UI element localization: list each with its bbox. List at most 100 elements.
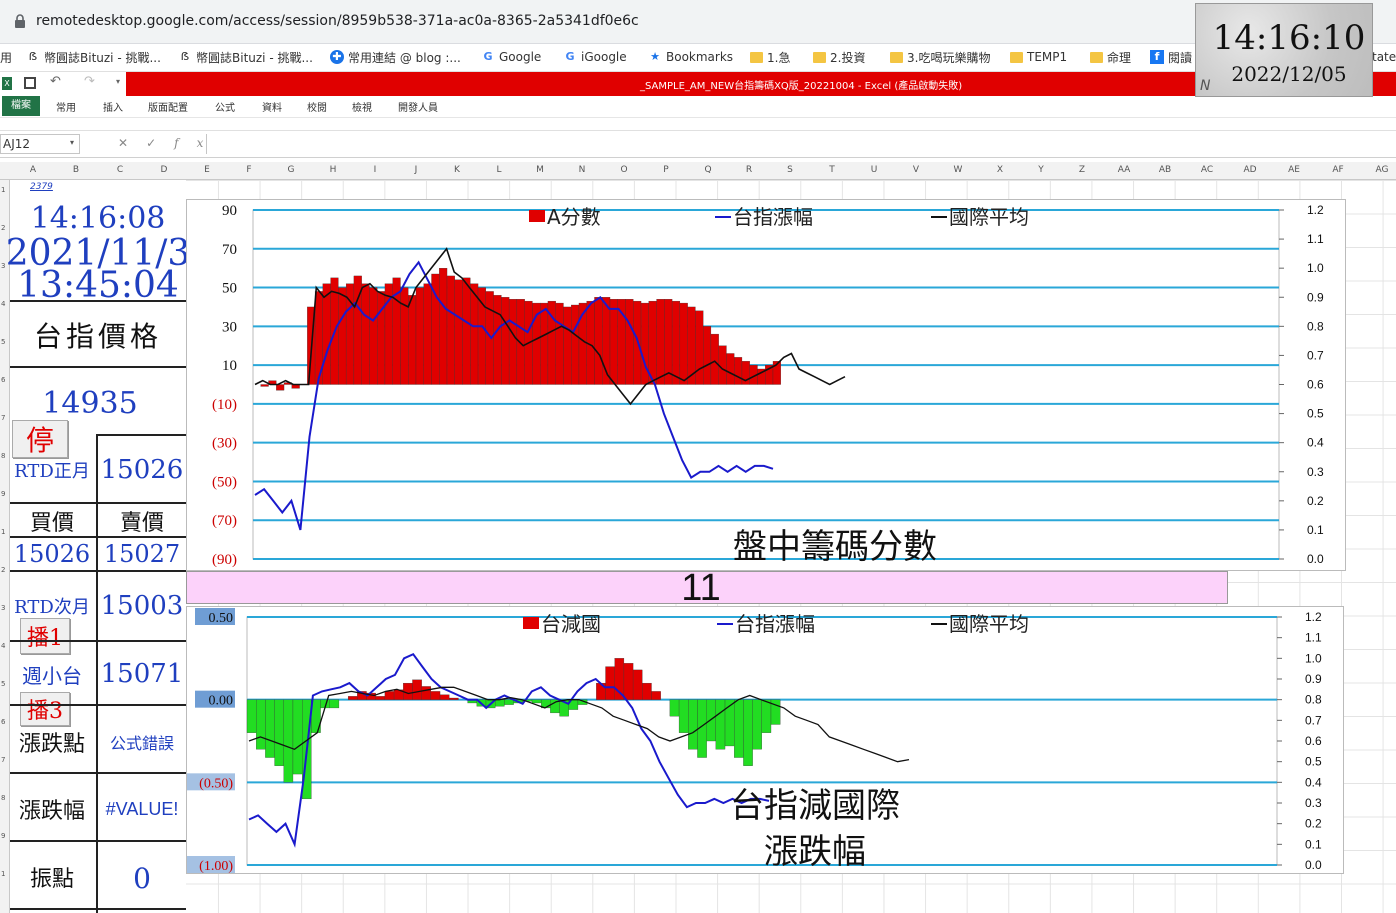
row-header[interactable]: 3	[1, 604, 5, 612]
tab-file[interactable]: 檔案	[2, 96, 40, 116]
save-icon[interactable]	[24, 77, 36, 89]
column-header[interactable]: M	[525, 165, 555, 175]
tab-data[interactable]: 資料	[262, 99, 282, 114]
column-header[interactable]: AC	[1192, 165, 1222, 175]
column-header[interactable]: AF	[1323, 165, 1353, 175]
row-header[interactable]: 6	[1, 376, 5, 384]
data-bar	[664, 299, 673, 385]
column-header[interactable]: V	[901, 165, 931, 175]
bookmark-item[interactable]: G Google	[481, 48, 541, 66]
row-header[interactable]: 9	[1, 832, 5, 840]
bookmark-item[interactable]: f 閱讀	[1150, 48, 1192, 66]
column-header[interactable]: I	[360, 165, 390, 175]
chip-score-chart[interactable]: 90 70 50 30 10 (10) (30) (50) (70) (90) 1.2 1.1 1.0 0…	[186, 199, 1346, 571]
row-header[interactable]: 7	[1, 756, 5, 764]
column-header[interactable]: J	[401, 165, 431, 175]
row-header[interactable]: 8	[1, 452, 5, 460]
row-header[interactable]: 1	[1, 870, 5, 878]
data-bar	[421, 686, 432, 700]
undo-icon[interactable]: ↶	[50, 74, 61, 89]
bookmark-label: Google	[499, 50, 542, 64]
bookmark-item[interactable]: 用	[0, 48, 12, 66]
column-header[interactable]: L	[484, 165, 514, 175]
play1-button[interactable]: 播1	[20, 618, 70, 654]
column-header[interactable]: F	[234, 165, 264, 175]
tab-page-layout[interactable]: 版面配置	[148, 99, 188, 114]
play3-button[interactable]: 播3	[20, 692, 70, 726]
column-header[interactable]: H	[318, 165, 348, 175]
name-box-dropdown-icon[interactable]: ▾	[70, 138, 74, 147]
customize-qat-icon[interactable]: ▾	[116, 77, 120, 86]
column-header[interactable]: T	[817, 165, 847, 175]
tab-formulas[interactable]: 公式	[215, 99, 235, 114]
column-header[interactable]: AA	[1109, 165, 1139, 175]
bookmark-item[interactable]: GiGoogle	[563, 48, 626, 66]
column-header[interactable]: W	[943, 165, 973, 175]
bookmark-item[interactable]: ẞ 幣圓誌Bituzi - 挑戰...	[178, 48, 313, 66]
tab-developer[interactable]: 開發人員	[398, 99, 438, 114]
tab-home[interactable]: 常用	[56, 99, 76, 114]
cancel-icon[interactable]: ✕	[118, 136, 146, 150]
enter-icon[interactable]: ✓	[146, 136, 174, 150]
column-header[interactable]: C	[105, 165, 135, 175]
row-header[interactable]: 5	[1, 338, 5, 346]
column-header[interactable]: K	[442, 165, 472, 175]
column-header[interactable]: Z	[1067, 165, 1097, 175]
tab-view[interactable]: 檢視	[352, 99, 372, 114]
column-header[interactable]: AG	[1367, 165, 1396, 175]
column-header[interactable]: X	[985, 165, 1015, 175]
y-left-tick: 50	[222, 281, 237, 297]
tab-review[interactable]: 校閱	[307, 99, 327, 114]
data-bar	[430, 691, 441, 700]
row-header[interactable]: 5	[1, 680, 5, 688]
row-header[interactable]: 1	[1, 528, 5, 536]
column-header[interactable]: G	[276, 165, 306, 175]
column-header[interactable]: P	[651, 165, 681, 175]
data-bar	[439, 694, 450, 700]
row-header[interactable]: 7	[1, 414, 5, 422]
data-bar	[531, 699, 542, 704]
row-header[interactable]: 1	[1, 186, 5, 194]
row-header[interactable]: 4	[1, 642, 5, 650]
row-header[interactable]: 6	[1, 718, 5, 726]
column-header[interactable]: AB	[1150, 165, 1180, 175]
bookmark-item[interactable]: ✚ 常用連結 @ blog :...	[330, 48, 461, 66]
bookmark-item[interactable]: ★ Bookmarks	[648, 48, 733, 66]
column-header[interactable]: D	[149, 165, 179, 175]
column-header[interactable]: Q	[693, 165, 723, 175]
column-header[interactable]: E	[192, 165, 222, 175]
desktop-clock-time: 14:16:10	[1212, 18, 1366, 58]
bookmark-item[interactable]: ẞ 幣圓誌Bituzi - 挑戰...	[26, 48, 161, 66]
link-cell[interactable]: 2379	[30, 182, 53, 192]
score-banner-value: 11	[681, 567, 721, 609]
bookmark-item[interactable]: 2.投資	[813, 48, 865, 66]
column-header[interactable]: S	[775, 165, 805, 175]
column-header[interactable]: Y	[1026, 165, 1056, 175]
bookmark-item[interactable]: TEMP1	[1010, 48, 1067, 66]
bookmark-item[interactable]: 1.急	[750, 48, 790, 66]
formula-input[interactable]	[206, 134, 1396, 154]
quote-panel: 2379 14:16:08 2021/11/3 13:45:04 台指價格 14…	[6, 180, 190, 913]
row-header[interactable]: 8	[1, 794, 5, 802]
name-box[interactable]: AJ12	[0, 134, 80, 154]
row-header[interactable]: 2	[1, 224, 5, 232]
url-text[interactable]: remotedesktop.google.com/access/session/…	[36, 13, 639, 29]
y-right-tick: 1.0	[1305, 651, 1322, 665]
row-header[interactable]: 4	[1, 300, 5, 308]
column-header[interactable]: U	[859, 165, 889, 175]
column-header[interactable]: N	[567, 165, 597, 175]
index-minus-intl-chart[interactable]: 0.50 0.00 (0.50) (1.00) 1.2 1.1 1.0 0.9 0.8 0.7 0.…	[186, 606, 1344, 874]
data-bar	[276, 384, 285, 391]
column-header[interactable]: R	[734, 165, 764, 175]
column-header[interactable]: B	[61, 165, 91, 175]
row-header[interactable]: 2	[1, 566, 5, 574]
tab-insert[interactable]: 插入	[103, 99, 123, 114]
column-header[interactable]: AD	[1235, 165, 1265, 175]
bookmark-item[interactable]: 3.吃喝玩樂購物	[890, 48, 990, 66]
column-header[interactable]: O	[609, 165, 639, 175]
redo-icon[interactable]: ↷	[84, 74, 95, 89]
column-header[interactable]: AE	[1279, 165, 1309, 175]
bookmark-item[interactable]: 命理	[1090, 48, 1131, 66]
row-header[interactable]: 9	[1, 490, 5, 498]
column-header[interactable]: A	[18, 165, 48, 175]
